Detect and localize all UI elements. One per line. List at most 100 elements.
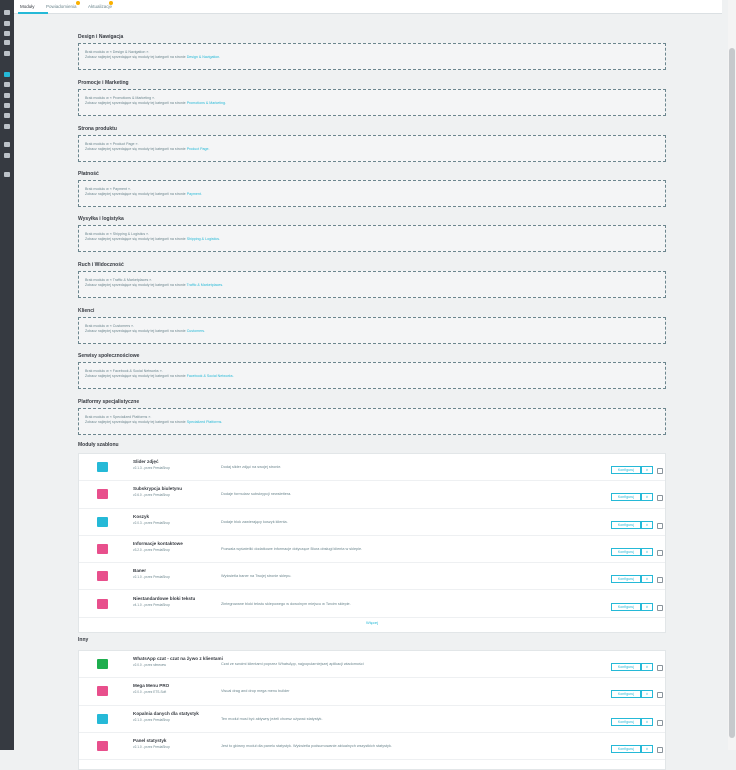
module-name: Niestandardowe bloki tekstu bbox=[133, 595, 196, 601]
suggestion-text: Zobacz najlepiej sprzedające się moduły … bbox=[85, 55, 186, 59]
module-actions-dropdown[interactable]: ∨ bbox=[641, 575, 653, 584]
module-actions-dropdown[interactable]: ∨ bbox=[641, 493, 653, 502]
configure-button[interactable]: Konfiguruj bbox=[611, 575, 641, 584]
category-link[interactable]: Payment. bbox=[187, 192, 202, 196]
module-select-checkbox[interactable] bbox=[657, 468, 663, 474]
module-actions-dropdown[interactable]: ∨ bbox=[641, 690, 653, 699]
more-modules-link[interactable]: Więcej bbox=[78, 620, 666, 625]
tab-updates[interactable]: Aktualizacje bbox=[88, 4, 112, 9]
module-select-checkbox[interactable] bbox=[657, 495, 663, 502]
category-link[interactable]: Facebook & Social Networks. bbox=[187, 374, 234, 378]
category-title: Design i Nawigacja bbox=[78, 34, 124, 40]
banner-icon bbox=[97, 571, 108, 582]
module-actions-dropdown[interactable]: ∨ bbox=[641, 744, 653, 753]
category-title: Serwisy społecznościowe bbox=[78, 353, 140, 359]
active-tab-indicator bbox=[18, 12, 48, 14]
suggestion-text: Zobacz najlepiej sprzedające się moduły … bbox=[85, 329, 186, 333]
module-version: v3.2.0 - przez PrestaShop bbox=[133, 547, 170, 552]
module-select-checkbox[interactable] bbox=[657, 692, 663, 699]
text-block-icon bbox=[97, 598, 108, 609]
category-empty-box: Brak modułu w « Traffic & Marketplaces »… bbox=[78, 271, 666, 298]
settings-icon[interactable] bbox=[4, 142, 10, 147]
module-actions-dropdown[interactable]: ∨ bbox=[641, 466, 653, 474]
advanced-icon[interactable] bbox=[4, 153, 10, 158]
category-link[interactable]: Promotions & Marketing. bbox=[187, 101, 226, 105]
module-version: v2.1.0 - przez PrestaShop bbox=[133, 744, 170, 749]
module-row: Niestandardowe bloki tekstu v4.1.0 - prze… bbox=[79, 591, 665, 618]
configure-button[interactable]: Konfiguruj bbox=[611, 744, 641, 753]
whatsapp-icon bbox=[97, 659, 108, 669]
category-link[interactable]: Customers. bbox=[187, 329, 205, 333]
category-link[interactable]: Specialized Platforms. bbox=[187, 420, 223, 424]
tab-modules[interactable]: Moduły bbox=[20, 4, 35, 9]
category-link[interactable]: Design & Navigation. bbox=[187, 55, 221, 59]
design-icon[interactable] bbox=[4, 82, 10, 87]
module-name: WhatsApp czat - czat na żywo z klientami bbox=[133, 656, 223, 661]
modules-icon[interactable] bbox=[4, 72, 10, 77]
messages-icon[interactable] bbox=[4, 40, 10, 45]
module-description: Jest to główny moduł dla panelu statysty… bbox=[221, 743, 392, 748]
stats-panel-icon bbox=[97, 740, 108, 751]
module-description: Zintegrowane bloki tekstu sklepowego w d… bbox=[221, 601, 351, 606]
module-select-checkbox[interactable] bbox=[657, 604, 663, 611]
category-title: Strona produktu bbox=[78, 126, 117, 132]
catalog-icon[interactable] bbox=[4, 51, 10, 56]
category-empty-box: Brak modułu w « Design & Navigation ». Zo… bbox=[78, 43, 666, 70]
cart-icon bbox=[97, 516, 108, 527]
configure-button[interactable]: Konfiguruj bbox=[611, 547, 641, 556]
shipping-icon[interactable] bbox=[4, 93, 10, 98]
image-slider-icon bbox=[97, 462, 108, 472]
module-name: Informacje kontaktowe bbox=[133, 540, 183, 546]
module-row: WhatsApp czat - czat na żywo z klientami… bbox=[79, 651, 665, 679]
expand-icon[interactable] bbox=[4, 172, 10, 177]
tab-notifications[interactable]: Powiadomienia bbox=[46, 4, 77, 9]
module-row: Panel statystyk v2.1.0 - przez PrestaShop… bbox=[79, 733, 665, 761]
category-link[interactable]: Shipping & Logistics. bbox=[187, 237, 220, 241]
module-actions-dropdown[interactable]: ∨ bbox=[641, 717, 653, 726]
international-icon[interactable] bbox=[4, 113, 10, 118]
module-list-panel: WhatsApp czat - czat na żywo z klientami… bbox=[78, 650, 666, 770]
module-description: Ten moduł musi być aktywny jeżeli chcesz… bbox=[221, 716, 323, 721]
configure-button[interactable]: Konfiguruj bbox=[611, 602, 641, 611]
configure-button[interactable]: Konfiguruj bbox=[611, 690, 641, 699]
module-select-checkbox[interactable] bbox=[657, 719, 663, 726]
category-title: Klienci bbox=[78, 308, 95, 314]
module-description: Dodaje blok zawierający koszyk klienta. bbox=[221, 519, 288, 524]
suggestion-line: Zobacz najlepiej sprzedające się moduły … bbox=[85, 55, 659, 60]
module-actions-dropdown[interactable]: ∨ bbox=[641, 602, 653, 611]
module-description: Czat ze swoimi klientami poprzez WhatsAp… bbox=[221, 662, 364, 666]
module-select-checkbox[interactable] bbox=[657, 577, 663, 584]
configure-button[interactable]: Konfiguruj bbox=[611, 493, 641, 502]
module-actions-dropdown[interactable]: ∨ bbox=[641, 663, 653, 671]
category-title: Płatność bbox=[78, 171, 99, 177]
module-select-checkbox[interactable] bbox=[657, 549, 663, 556]
configure-button[interactable]: Konfiguruj bbox=[611, 466, 641, 474]
scrollbar-thumb[interactable] bbox=[729, 48, 735, 738]
customers-icon[interactable] bbox=[4, 31, 10, 36]
configure-button[interactable]: Konfiguruj bbox=[611, 520, 641, 529]
category-title: Promocje i Marketing bbox=[78, 80, 129, 86]
module-select-checkbox[interactable] bbox=[657, 665, 663, 671]
configure-button[interactable]: Konfiguruj bbox=[611, 717, 641, 726]
module-actions-dropdown[interactable]: ∨ bbox=[641, 547, 653, 556]
module-select-checkbox[interactable] bbox=[657, 522, 663, 529]
category-empty-box: Brak modułu w « Specialized Platforms ».… bbox=[78, 408, 666, 435]
suggestion-line: Zobacz najlepiej sprzedające się moduły … bbox=[85, 101, 659, 106]
module-version: v2.0.0 - przez sfmeuew bbox=[133, 663, 166, 667]
category-title: Wysyłka i logistyka bbox=[78, 216, 124, 222]
suggestion-text: Zobacz najlepiej sprzedające się moduły … bbox=[85, 420, 186, 424]
configure-button[interactable]: Konfiguruj bbox=[611, 663, 641, 671]
module-row: Slider zdjęć v2.1.3 - przez PrestaShop Dod… bbox=[79, 454, 665, 482]
category-link[interactable]: Product Page. bbox=[187, 147, 210, 151]
category-empty-box: Brak modułu w « Payment ». Zobacz najlepi… bbox=[78, 180, 666, 207]
category-link[interactable]: Traffic & Marketplaces. bbox=[187, 283, 224, 287]
stats-icon[interactable] bbox=[4, 124, 10, 129]
module-actions-dropdown[interactable]: ∨ bbox=[641, 520, 653, 529]
category-empty-box: Brak modułu w « Customers ». Zobacz najle… bbox=[78, 317, 666, 344]
dashboard-icon[interactable] bbox=[4, 10, 10, 15]
orders-icon[interactable] bbox=[4, 21, 10, 26]
suggestion-text: Zobacz najlepiej sprzedające się moduły … bbox=[85, 192, 186, 196]
suggestion-line: Zobacz najlepiej sprzedające się moduły … bbox=[85, 237, 659, 242]
payment-icon[interactable] bbox=[4, 103, 10, 108]
module-row: Informacje kontaktowe v3.2.0 - przez Pres… bbox=[79, 536, 665, 564]
